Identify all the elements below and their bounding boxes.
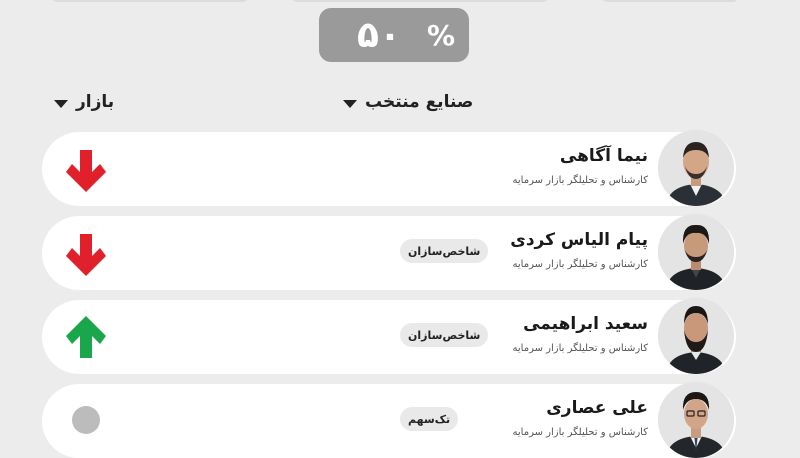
- arrow-down-icon: [66, 234, 106, 276]
- avatar: [658, 298, 734, 374]
- analyst-card[interactable]: علی عصاری کارشناس و تحلیلگر بازار سرمایه…: [42, 382, 736, 458]
- analyst-role: کارشناس و تحلیلگر بازار سرمایه: [512, 343, 648, 354]
- analyst-name: سعید ابراهیمی: [523, 314, 648, 334]
- analyst-card[interactable]: سعید ابراهیمی کارشناس و تحلیلگر بازار سر…: [42, 298, 736, 374]
- analyst-name: علی عصاری: [546, 398, 648, 418]
- market-filter-dropdown[interactable]: بازار: [54, 92, 114, 112]
- person-photo-icon: [658, 130, 734, 206]
- chevron-down-icon: [343, 100, 357, 108]
- analyst-name: نیما آگاهی: [559, 146, 648, 166]
- industry-tag: تک‌سهم: [400, 407, 459, 431]
- analyst-card[interactable]: نیما آگاهی کارشناس و تحلیلگر بازار سرمای…: [42, 130, 736, 206]
- neutral-signal-icon: [72, 406, 100, 434]
- industry-tag: شاخص‌سازان: [400, 323, 489, 347]
- industry-filter-label: صنایع منتخب: [365, 92, 474, 112]
- analyst-card[interactable]: پیام الیاس کردی کارشناس و تحلیلگر بازار …: [42, 214, 736, 290]
- person-photo-icon: [658, 214, 734, 290]
- market-filter-label: بازار: [76, 92, 115, 112]
- analyst-role: کارشناس و تحلیلگر بازار سرمایه: [512, 175, 648, 186]
- arrow-up-icon: [66, 316, 106, 358]
- avatar: [658, 214, 734, 290]
- percent-symbol: %: [426, 18, 455, 52]
- top-strip-shadow: [600, 0, 740, 2]
- percent-value: ۵۰: [357, 14, 401, 56]
- person-photo-icon: [658, 298, 734, 374]
- industry-filter-dropdown[interactable]: صنایع منتخب: [343, 92, 473, 112]
- analyst-role: کارشناس و تحلیلگر بازار سرمایه: [512, 427, 648, 438]
- avatar: [658, 130, 734, 206]
- arrow-down-icon: [66, 150, 106, 192]
- analyst-role: کارشناس و تحلیلگر بازار سرمایه: [512, 259, 648, 270]
- top-strip-shadow: [50, 0, 250, 2]
- person-photo-icon: [658, 382, 734, 458]
- industry-tag: شاخص‌سازان: [400, 239, 489, 263]
- avatar: [658, 382, 734, 458]
- top-strip: [0, 0, 800, 4]
- chevron-down-icon: [54, 100, 68, 108]
- top-strip-shadow: [290, 0, 550, 2]
- percent-badge: ۵۰ %: [319, 8, 469, 62]
- analyst-name: پیام الیاس کردی: [510, 230, 648, 250]
